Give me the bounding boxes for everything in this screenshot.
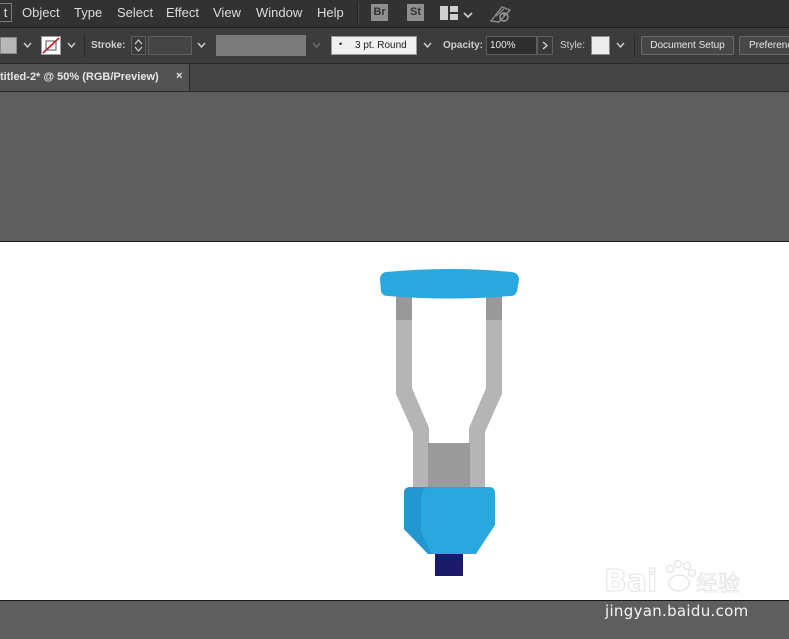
close-icon[interactable]: × <box>176 70 182 82</box>
preferences-button[interactable]: Preferenc <box>739 36 789 55</box>
control-bar: Stroke: • 3 pt. Round Opacity: 100% Styl… <box>0 28 789 64</box>
svg-text:经验: 经验 <box>696 572 740 597</box>
brush-definition-field[interactable]: • 3 pt. Round <box>331 36 417 55</box>
crutch-illustration <box>380 269 519 576</box>
crutch-frame[interactable] <box>396 292 502 494</box>
menu-bar: t Object Type Select Effect View Window … <box>0 0 789 28</box>
variable-width-chevron-icon[interactable] <box>307 36 325 56</box>
document-tab-title: titled-2* @ 50% (RGB/Preview) <box>0 71 159 83</box>
brush-dot-icon: • <box>339 39 343 49</box>
fill-swatch[interactable] <box>0 37 17 54</box>
menu-item-select[interactable]: Select <box>117 5 153 20</box>
document-tab-bar: titled-2* @ 50% (RGB/Preview) × <box>0 64 789 92</box>
variable-width-profile[interactable] <box>216 35 306 56</box>
menu-item-help[interactable]: Help <box>317 5 344 20</box>
stroke-weight-input[interactable] <box>148 36 192 55</box>
gpu-performance-icon[interactable] <box>489 4 512 23</box>
stroke-dropdown-chevron-icon[interactable] <box>62 36 80 56</box>
menu-item-edit-partial[interactable]: t <box>0 3 12 22</box>
menu-item-view[interactable]: View <box>213 5 241 20</box>
bridge-icon[interactable]: Br <box>371 4 388 21</box>
stroke-none-swatch-icon[interactable] <box>41 36 61 55</box>
baidu-watermark-logo: Bai 经验 <box>603 555 744 600</box>
toolbar-divider <box>84 34 85 57</box>
menu-divider <box>357 3 359 24</box>
artboard[interactable] <box>0 241 789 601</box>
fill-dropdown-chevron-icon[interactable] <box>18 36 36 56</box>
style-dropdown-chevron-icon[interactable] <box>611 36 629 56</box>
menu-item-object[interactable]: Object <box>22 5 60 20</box>
opacity-input[interactable]: 100% <box>486 36 537 55</box>
crutch-rubber-tip[interactable] <box>435 554 463 576</box>
menu-item-window[interactable]: Window <box>256 5 302 20</box>
document-setup-button[interactable]: Document Setup <box>641 36 734 55</box>
opacity-expand-chevron-icon[interactable] <box>537 36 553 55</box>
menu-item-effect[interactable]: Effect <box>166 5 199 20</box>
opacity-label[interactable]: Opacity: <box>443 40 483 51</box>
workspace-layout-icon[interactable] <box>440 6 458 20</box>
brush-dropdown-chevron-icon[interactable] <box>418 36 436 56</box>
svg-text:Bai: Bai <box>604 564 657 599</box>
toolbar-divider <box>634 34 635 57</box>
graphic-style-swatch[interactable] <box>591 36 610 55</box>
style-label: Style: <box>560 40 586 51</box>
menu-item-type[interactable]: Type <box>74 5 102 20</box>
stroke-weight-stepper[interactable] <box>131 36 146 55</box>
stroke-weight-chevron-icon[interactable] <box>192 36 210 56</box>
stroke-label: Stroke: <box>91 40 126 51</box>
document-tab[interactable]: titled-2* @ 50% (RGB/Preview) × <box>0 64 190 91</box>
crutch-underarm-pad[interactable] <box>380 269 519 299</box>
chevron-down-icon[interactable] <box>463 7 473 22</box>
brush-definition-value: 3 pt. Round <box>355 40 407 51</box>
stock-icon[interactable]: St <box>407 4 424 21</box>
watermark-url: jingyan.baidu.com <box>605 602 749 620</box>
